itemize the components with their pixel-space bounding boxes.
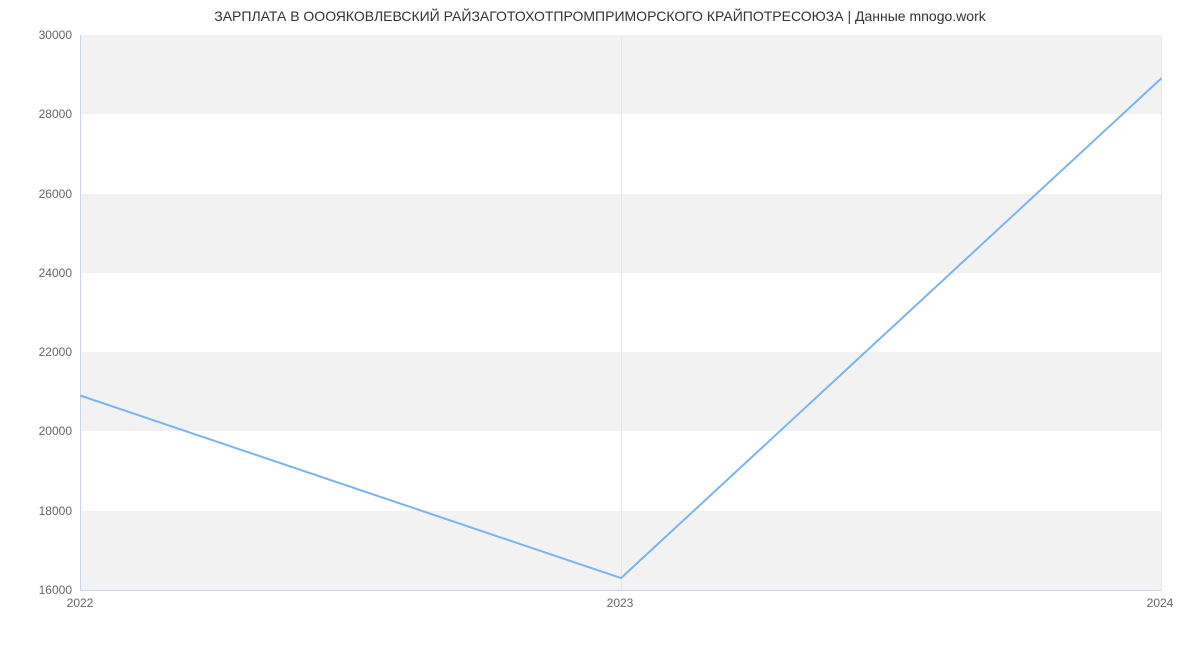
vertical-gridline xyxy=(1161,35,1162,590)
y-tick-label: 18000 xyxy=(39,504,72,518)
plot-area xyxy=(80,35,1161,591)
x-tick-label: 2022 xyxy=(67,596,94,610)
chart-container: ЗАРПЛАТА В ОООЯКОВЛЕВСКИЙ РАЙЗАГОТОХОТПР… xyxy=(0,0,1200,650)
y-tick-label: 30000 xyxy=(39,28,72,42)
y-tick-label: 26000 xyxy=(39,187,72,201)
y-tick-label: 16000 xyxy=(39,583,72,597)
line-series-svg xyxy=(81,35,1161,590)
series-line xyxy=(81,79,1161,579)
chart-title: ЗАРПЛАТА В ОООЯКОВЛЕВСКИЙ РАЙЗАГОТОХОТПР… xyxy=(0,8,1200,24)
y-tick-label: 24000 xyxy=(39,266,72,280)
y-tick-label: 22000 xyxy=(39,345,72,359)
x-tick-label: 2023 xyxy=(607,596,634,610)
y-tick-label: 28000 xyxy=(39,107,72,121)
x-tick-label: 2024 xyxy=(1147,596,1174,610)
y-tick-label: 20000 xyxy=(39,424,72,438)
